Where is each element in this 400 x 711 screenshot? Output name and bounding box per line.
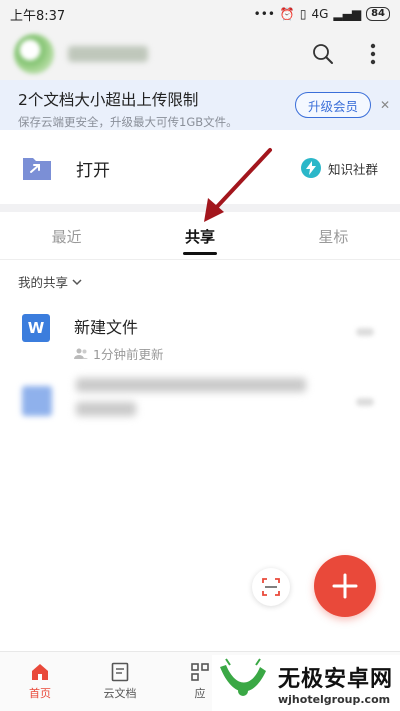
apps-grid-icon bbox=[191, 663, 209, 681]
avatar[interactable] bbox=[14, 34, 54, 74]
username-blurred bbox=[68, 46, 148, 62]
file-more-icon-blurred[interactable] bbox=[356, 398, 374, 406]
share-filter-label: 我的共享 bbox=[18, 275, 69, 290]
file-info-blurred bbox=[76, 378, 316, 426]
open-row[interactable]: 打开 知识社群 bbox=[0, 132, 400, 204]
file-item-blurred[interactable] bbox=[0, 378, 400, 426]
battery-badge: 84 bbox=[366, 7, 390, 21]
scan-icon bbox=[262, 578, 280, 596]
create-new-button[interactable] bbox=[314, 555, 376, 617]
status-time: 上午8:37 bbox=[10, 8, 66, 24]
nav-cloud-docs-label: 云文档 bbox=[103, 687, 137, 700]
file-name: 新建文件 bbox=[74, 318, 139, 337]
lightning-icon bbox=[300, 158, 321, 178]
alarm-icon: ⏰ bbox=[279, 7, 295, 21]
watermark-url: wjhotelgroup.com bbox=[278, 692, 391, 706]
section-divider bbox=[0, 204, 400, 212]
home-icon bbox=[32, 664, 48, 680]
upload-limit-banner: 2个文档大小超出上传限制 保存云端更安全，升级最大可传1GB文件。 升级会员 ✕ bbox=[0, 80, 400, 130]
close-icon[interactable]: ✕ bbox=[380, 98, 390, 112]
tab-starred[interactable]: 星标 bbox=[267, 214, 400, 259]
chevron-down-icon bbox=[72, 278, 82, 285]
scan-button[interactable] bbox=[252, 568, 290, 606]
watermark-title: 无极安卓网 bbox=[278, 666, 394, 692]
watermark-texts: 无极安卓网 wjhotelgroup.com bbox=[278, 661, 393, 706]
blurred-title-line-2 bbox=[76, 402, 136, 416]
document-icon bbox=[111, 662, 129, 682]
plus-icon bbox=[332, 573, 358, 599]
tab-bar: 最近 共享 星标 bbox=[0, 214, 400, 260]
tab-recent[interactable]: 最近 bbox=[0, 214, 133, 259]
status-bar: 上午8:37 ••• ⏰ ▯ 4G ▂▄▆ 84 bbox=[0, 0, 400, 28]
word-doc-icon: W bbox=[22, 314, 50, 342]
upgrade-member-button[interactable]: 升级会员 bbox=[295, 92, 371, 118]
search-icon bbox=[313, 44, 333, 64]
watermark: 无极安卓网 wjhotelgroup.com bbox=[212, 655, 400, 711]
nav-apps-label: 应 bbox=[194, 687, 206, 700]
nav-cloud-docs[interactable]: 云文档 bbox=[80, 652, 160, 711]
status-icons: ••• ⏰ ▯ 4G ▂▄▆ 84 bbox=[254, 7, 390, 21]
file-updated-time: 1分钟前更新 bbox=[93, 347, 164, 362]
header-actions bbox=[310, 41, 386, 67]
file-info: 新建文件 1分钟前更新 bbox=[74, 314, 163, 363]
vibrate-icon: ▯ bbox=[299, 7, 307, 21]
file-meta: 1分钟前更新 bbox=[74, 344, 163, 363]
more-vertical-icon bbox=[370, 43, 376, 65]
open-folder-icon bbox=[23, 158, 51, 180]
app-header bbox=[0, 28, 400, 80]
knowledge-community-button[interactable]: 知识社群 bbox=[300, 157, 378, 179]
file-more-icon[interactable] bbox=[356, 328, 374, 336]
signal-icon: ▂▄▆ bbox=[333, 7, 362, 21]
file-item[interactable]: W 新建文件 1分钟前更新 bbox=[0, 314, 400, 363]
more-dots-icon: ••• bbox=[253, 7, 275, 21]
tab-shared[interactable]: 共享 bbox=[133, 214, 266, 259]
android-logo-icon bbox=[220, 658, 266, 696]
share-filter-dropdown[interactable]: 我的共享 bbox=[18, 272, 82, 291]
more-menu-button[interactable] bbox=[360, 41, 386, 67]
open-label: 打开 bbox=[76, 160, 110, 181]
people-icon bbox=[74, 348, 88, 359]
blurred-title-line-1 bbox=[76, 378, 306, 392]
network-type: 4G bbox=[311, 7, 329, 21]
community-label: 知识社群 bbox=[327, 161, 378, 177]
doc-icon-blurred bbox=[22, 386, 52, 416]
nav-home-label: 首页 bbox=[29, 687, 51, 700]
nav-home[interactable]: 首页 bbox=[0, 652, 80, 711]
search-button[interactable] bbox=[310, 41, 336, 67]
